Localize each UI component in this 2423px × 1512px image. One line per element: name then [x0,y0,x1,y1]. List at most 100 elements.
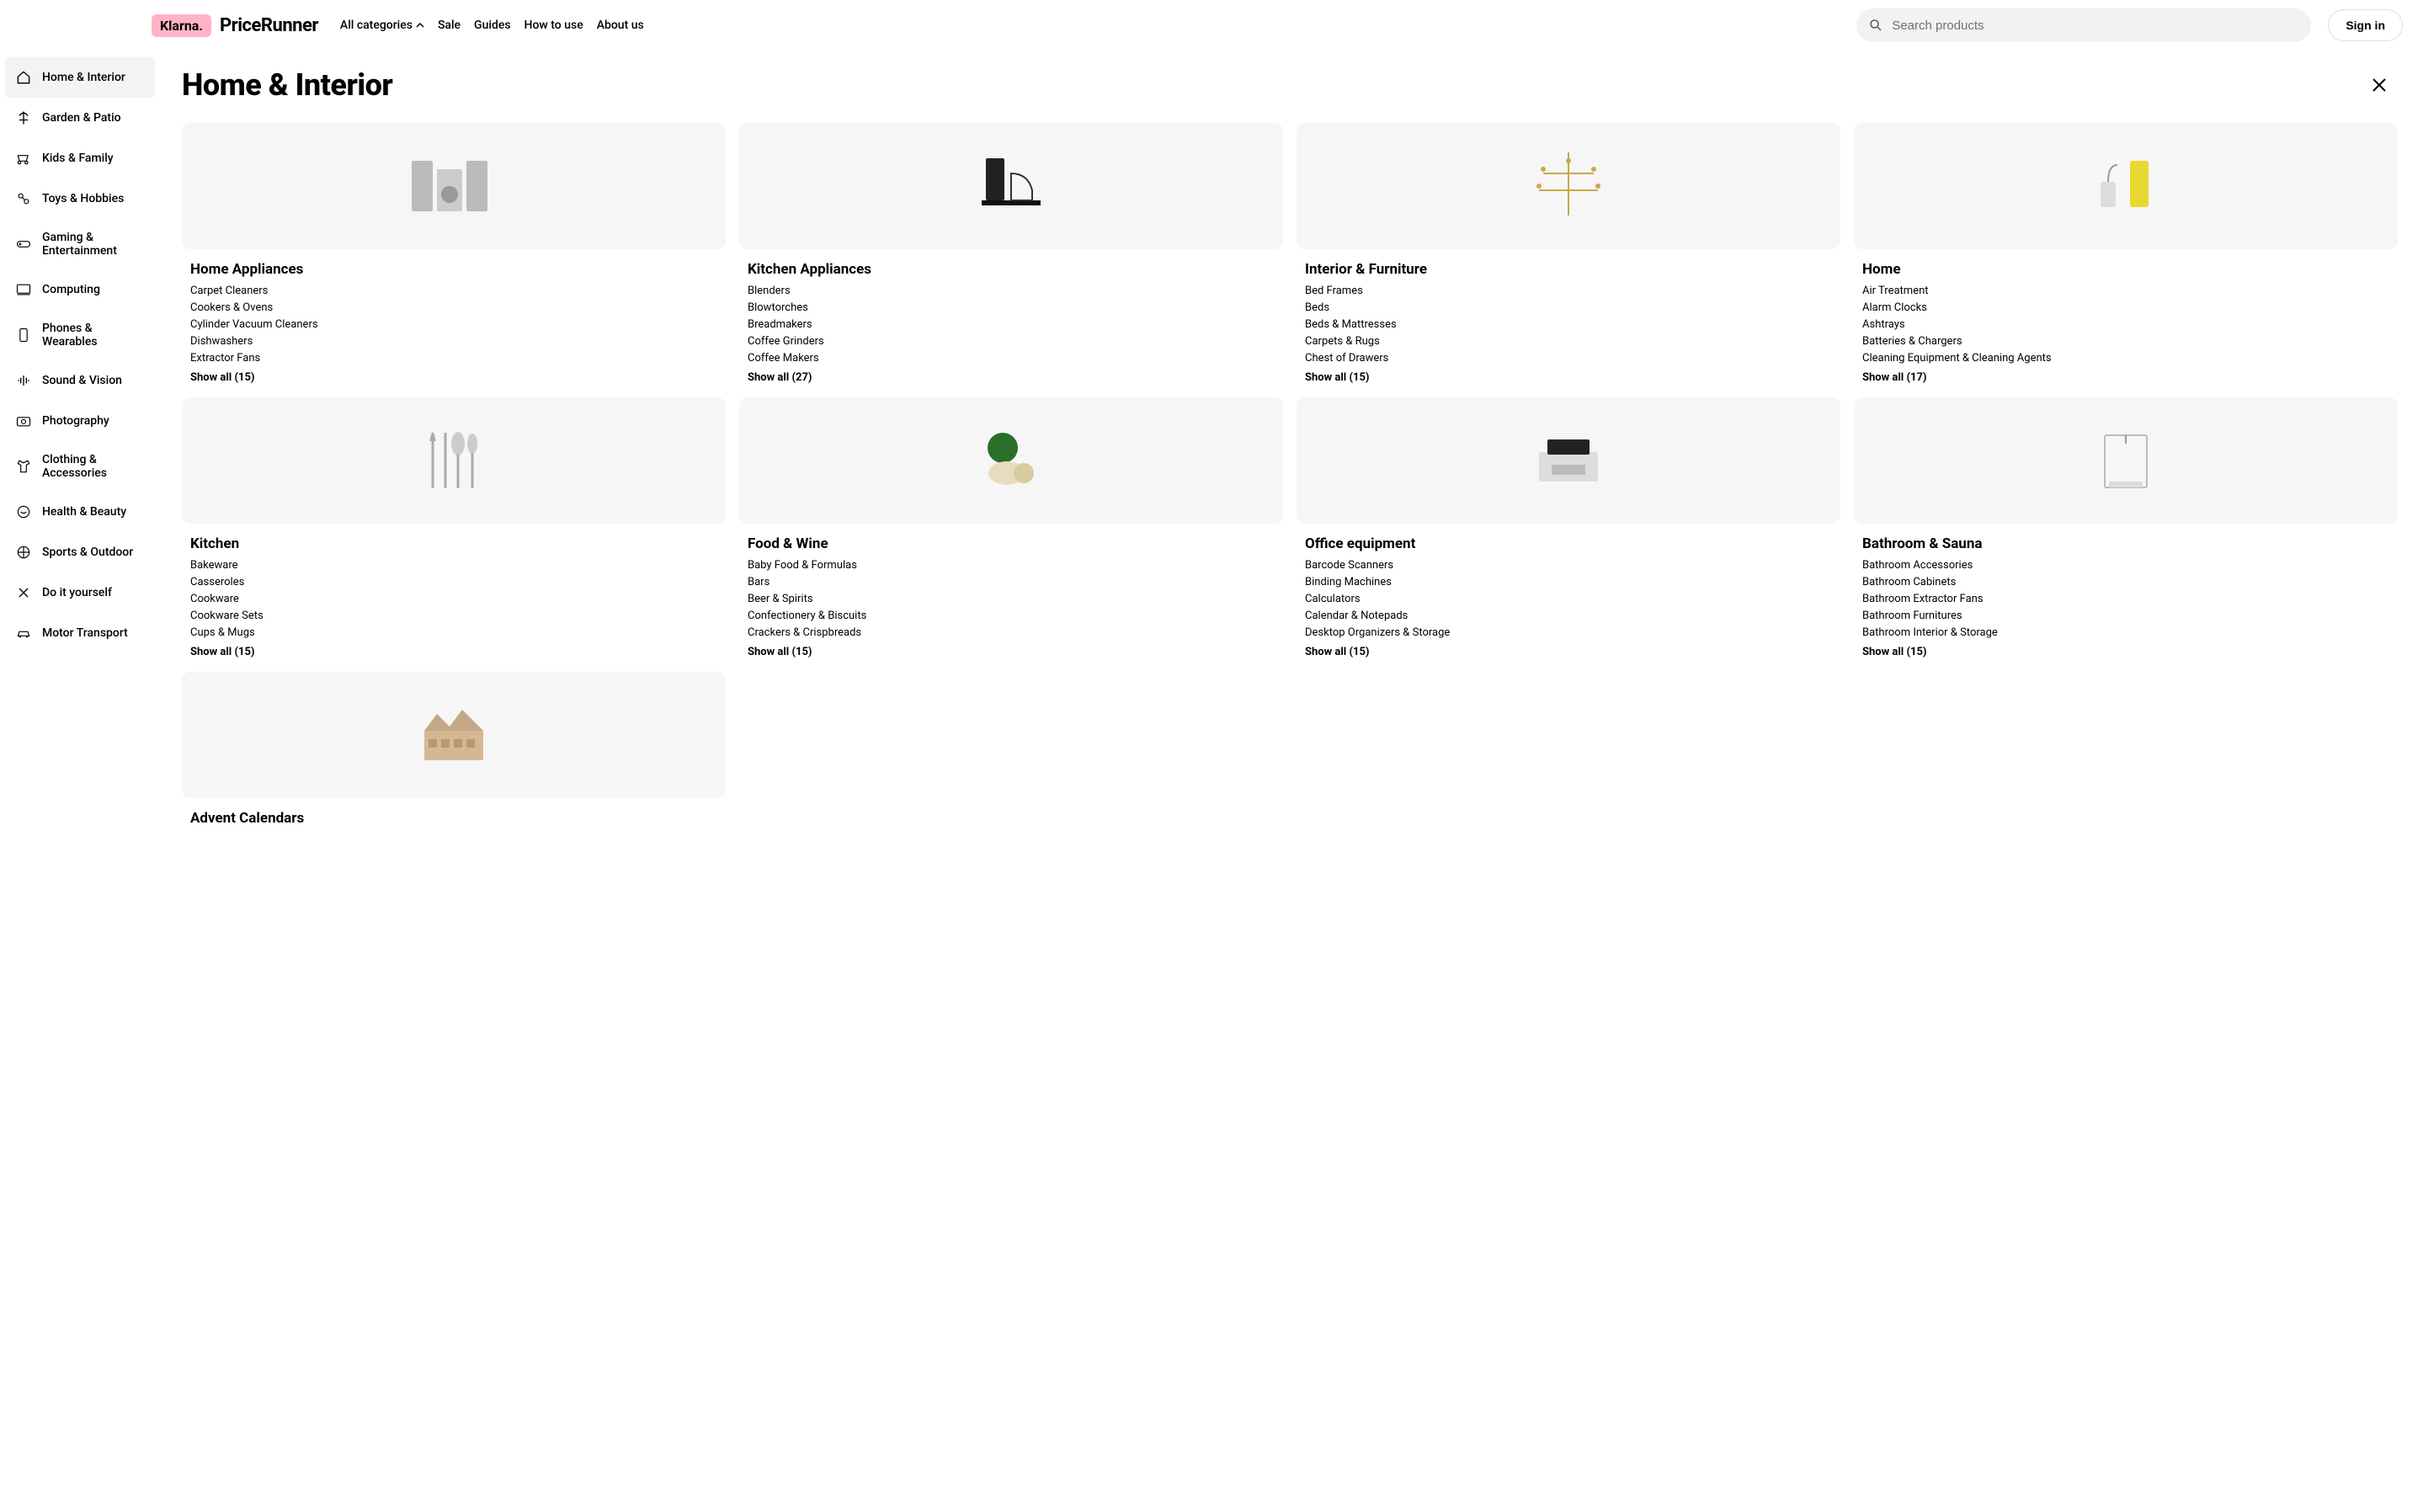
sidebar-item-computing[interactable]: Computing [0,269,160,310]
category-link[interactable]: Cups & Mugs [190,626,726,639]
card-title[interactable]: Bathroom & Sauna [1854,535,2398,552]
category-link[interactable]: Coffee Makers [748,352,1283,365]
search-box[interactable] [1856,8,2311,42]
search-icon [1868,18,1883,33]
sidebar-item-sound-vision[interactable]: Sound & Vision [0,360,160,401]
card-image[interactable] [182,123,726,249]
card-image[interactable] [182,672,726,798]
category-link[interactable]: Cleaning Equipment & Cleaning Agents [1862,352,2398,365]
sidebar-item-garden-patio[interactable]: Garden & Patio [0,98,160,138]
category-link[interactable]: Baby Food & Formulas [748,559,1283,572]
close-button[interactable] [2369,75,2389,95]
card-title[interactable]: Home Appliances [182,261,726,278]
category-card: Home Appliances Carpet Cleaners Cookers & … [182,123,726,384]
nav-about-us[interactable]: About us [597,19,644,32]
search-input[interactable] [1892,19,2299,33]
show-all-link[interactable]: Show all (27) [739,371,1283,384]
category-link[interactable]: Beer & Spirits [748,593,1283,605]
card-image[interactable] [1297,123,1840,249]
category-link[interactable]: Alarm Clocks [1862,301,2398,314]
category-link[interactable]: Blowtorches [748,301,1283,314]
logo[interactable]: Klarna. PriceRunner [152,14,318,37]
category-link[interactable]: Barcode Scanners [1305,559,1840,572]
show-all-link[interactable]: Show all (15) [182,646,726,658]
category-link[interactable]: Bed Frames [1305,285,1840,297]
category-link[interactable]: Confectionery & Biscuits [748,610,1283,622]
sidebar-item-phones-wearables[interactable]: Phones & Wearables [0,310,160,360]
card-title[interactable]: Advent Calendars [182,810,726,827]
card-title[interactable]: Interior & Furniture [1297,261,1840,278]
sidebar-item-diy[interactable]: Do it yourself [0,572,160,613]
card-title[interactable]: Food & Wine [739,535,1283,552]
sidebar-item-home-interior[interactable]: Home & Interior [5,57,155,98]
category-link[interactable]: Bakeware [190,559,726,572]
category-link[interactable]: Bathroom Cabinets [1862,576,2398,588]
category-link[interactable]: Bathroom Furnitures [1862,610,2398,622]
category-link[interactable]: Breadmakers [748,318,1283,331]
category-link[interactable]: Bars [748,576,1283,588]
category-link[interactable]: Beds [1305,301,1840,314]
card-image[interactable] [182,397,726,524]
card-title[interactable]: Office equipment [1297,535,1840,552]
nav-guides[interactable]: Guides [474,19,510,32]
sidebar-item-motor-transport[interactable]: Motor Transport [0,613,160,653]
category-link[interactable]: Binding Machines [1305,576,1840,588]
card-title[interactable]: Kitchen Appliances [739,261,1283,278]
category-link[interactable]: Batteries & Chargers [1862,335,2398,348]
sidebar-item-clothing-accessories[interactable]: Clothing & Accessories [0,441,160,492]
chandelier-image [1518,148,1619,224]
signin-button[interactable]: Sign in [2328,9,2403,41]
card-title[interactable]: Kitchen [182,535,726,552]
category-link[interactable]: Cookware [190,593,726,605]
show-all-link[interactable]: Show all (15) [1854,646,2398,658]
sidebar-item-kids-family[interactable]: Kids & Family [0,138,160,178]
category-link[interactable]: Bathroom Accessories [1862,559,2398,572]
shower-image [2075,423,2176,498]
card-image[interactable] [739,397,1283,524]
category-link[interactable]: Ashtrays [1862,318,2398,331]
card-image[interactable] [1297,397,1840,524]
sidebar-item-health-beauty[interactable]: Health & Beauty [0,492,160,532]
show-all-link[interactable]: Show all (15) [182,371,726,384]
sidebar-item-label: Home & Interior [42,71,125,84]
card-image[interactable] [1854,397,2398,524]
page-title-row: Home & Interior [182,67,2398,103]
sidebar-item-photography[interactable]: Photography [0,401,160,441]
category-link[interactable]: Cookers & Ovens [190,301,726,314]
card-links: Baby Food & Formulas Bars Beer & Spirits Co… [739,559,1283,639]
category-link[interactable]: Coffee Grinders [748,335,1283,348]
category-link[interactable]: Cookware Sets [190,610,726,622]
card-title[interactable]: Home [1854,261,2398,278]
category-link[interactable]: Carpets & Rugs [1305,335,1840,348]
sidebar-item-sports-outdoor[interactable]: Sports & Outdoor [0,532,160,572]
sidebar-item-toys-hobbies[interactable]: Toys & Hobbies [0,178,160,219]
category-link[interactable]: Extractor Fans [190,352,726,365]
show-all-link[interactable]: Show all (15) [1297,371,1840,384]
sidebar-item-gaming-entertainment[interactable]: Gaming & Entertainment [0,219,160,269]
category-link[interactable]: Casseroles [190,576,726,588]
category-link[interactable]: Blenders [748,285,1283,297]
nav-how-to-use[interactable]: How to use [525,19,583,32]
show-all-link[interactable]: Show all (15) [1297,646,1840,658]
category-link[interactable]: Cylinder Vacuum Cleaners [190,318,726,331]
category-link[interactable]: Bathroom Extractor Fans [1862,593,2398,605]
category-link[interactable]: Dishwashers [190,335,726,348]
nav-sale[interactable]: Sale [438,19,461,32]
nav-all-categories[interactable]: All categories [340,19,424,32]
computing-icon [15,281,32,298]
card-image[interactable] [1854,123,2398,249]
category-link[interactable]: Carpet Cleaners [190,285,726,297]
sidebar-item-label: Gaming & Entertainment [42,231,145,258]
card-image[interactable] [739,123,1283,249]
category-link[interactable]: Crackers & Crispbreads [748,626,1283,639]
card-links: Blenders Blowtorches Breadmakers Coffee Gri… [739,285,1283,365]
show-all-link[interactable]: Show all (15) [739,646,1283,658]
category-link[interactable]: Calendar & Notepads [1305,610,1840,622]
category-link[interactable]: Desktop Organizers & Storage [1305,626,1840,639]
category-link[interactable]: Beds & Mattresses [1305,318,1840,331]
category-link[interactable]: Chest of Drawers [1305,352,1840,365]
show-all-link[interactable]: Show all (17) [1854,371,2398,384]
category-link[interactable]: Bathroom Interior & Storage [1862,626,2398,639]
category-link[interactable]: Air Treatment [1862,285,2398,297]
category-link[interactable]: Calculators [1305,593,1840,605]
